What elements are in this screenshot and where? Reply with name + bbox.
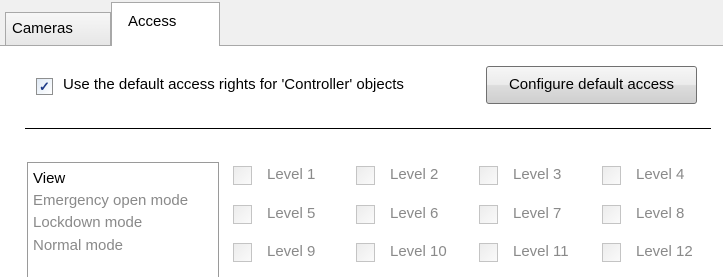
mode-item-view[interactable]: View (33, 168, 65, 189)
level-2-checkbox[interactable] (356, 166, 375, 185)
default-access-label: Use the default access rights for 'Contr… (63, 76, 404, 93)
level-7-checkbox[interactable] (479, 205, 498, 224)
tab-strip: Cameras Access (0, 0, 723, 46)
level-3-label: Level 3 (513, 166, 562, 183)
level-8-label: Level 8 (636, 205, 685, 222)
level-12-checkbox[interactable] (602, 243, 621, 262)
level-1-checkbox[interactable] (233, 166, 252, 185)
level-5-checkbox[interactable] (233, 205, 252, 224)
configure-default-access-button[interactable]: Configure default access (486, 66, 697, 104)
level-7-label: Level 7 (513, 205, 562, 222)
level-4-label: Level 4 (636, 166, 685, 183)
level-1-label: Level 1 (267, 166, 316, 183)
mode-list[interactable]: View Emergency open mode Lockdown mode N… (27, 162, 219, 277)
tab-access-label: Access (128, 13, 177, 30)
level-11-label: Level 11 (513, 243, 569, 260)
level-11-checkbox[interactable] (479, 243, 498, 262)
tab-cameras[interactable]: Cameras (5, 12, 111, 46)
section-divider (25, 128, 711, 129)
tab-cameras-label: Cameras (12, 20, 73, 37)
tab-access[interactable]: Access (111, 2, 220, 46)
level-6-label: Level 6 (390, 205, 439, 222)
level-6-checkbox[interactable] (356, 205, 375, 224)
mode-item-emergency-open[interactable]: Emergency open mode (33, 190, 188, 211)
default-access-checkbox[interactable]: ✓ (36, 78, 53, 95)
level-2-label: Level 2 (390, 166, 439, 183)
level-5-label: Level 5 (267, 205, 316, 222)
mode-item-lockdown[interactable]: Lockdown mode (33, 212, 142, 233)
level-10-label: Level 10 (390, 243, 447, 260)
level-9-label: Level 9 (267, 243, 316, 260)
level-9-checkbox[interactable] (233, 243, 252, 262)
level-4-checkbox[interactable] (602, 166, 621, 185)
level-8-checkbox[interactable] (602, 205, 621, 224)
mode-item-normal[interactable]: Normal mode (33, 235, 123, 256)
checkmark-icon: ✓ (39, 79, 50, 94)
level-10-checkbox[interactable] (356, 243, 375, 262)
level-12-label: Level 12 (636, 243, 693, 260)
level-3-checkbox[interactable] (479, 166, 498, 185)
